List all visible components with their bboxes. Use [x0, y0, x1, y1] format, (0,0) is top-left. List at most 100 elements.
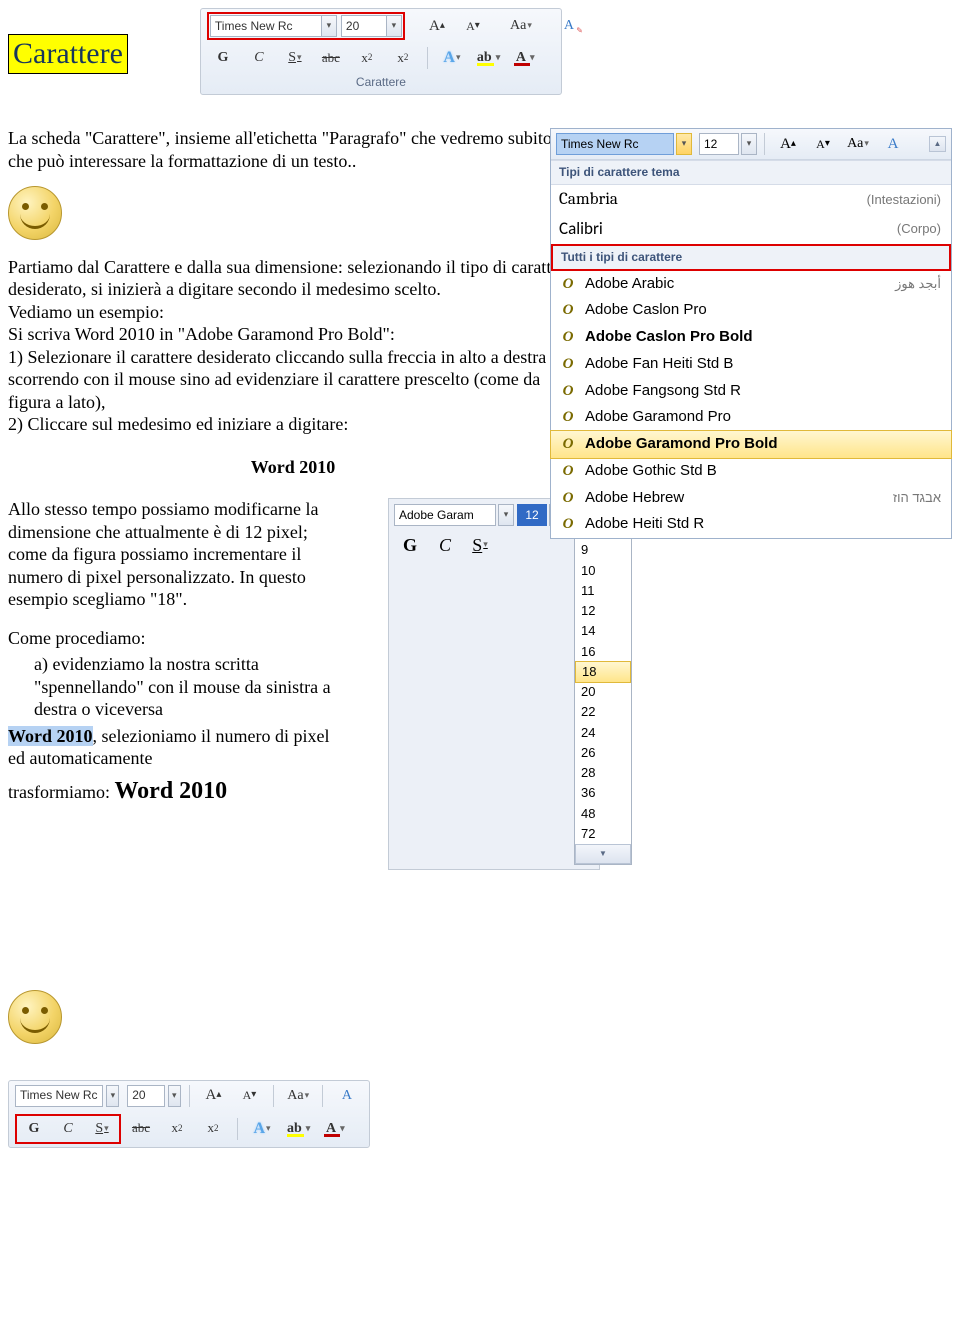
fl-grow[interactable]: A▴ [772, 132, 804, 156]
subscript-button[interactable]: x2 [351, 46, 383, 70]
font-name-input-2[interactable]: Times New Rc [15, 1085, 103, 1107]
size-dropdown-icon[interactable]: ▾ [386, 15, 402, 37]
fl-case[interactable]: Aa▾ [842, 132, 874, 156]
superscript-2[interactable]: x2 [197, 1117, 229, 1141]
size-option[interactable]: 24 [575, 723, 631, 743]
size-scroll-down[interactable]: ▼ [575, 844, 631, 864]
size-option[interactable]: 14 [575, 621, 631, 641]
size-dd-2[interactable]: ▾ [168, 1085, 181, 1107]
superscript-button[interactable]: x2 [387, 46, 419, 70]
size-list[interactable]: 891011121416182022242628364872▼ [574, 519, 632, 865]
grow-font-2[interactable]: A▴ [197, 1084, 229, 1108]
italic-2[interactable]: C [52, 1117, 84, 1141]
sp-underline[interactable]: S▾ [464, 533, 496, 557]
shrink-font-2[interactable]: A▾ [233, 1084, 265, 1108]
italic-button[interactable]: C [243, 46, 275, 70]
effects-2[interactable]: A▾ [246, 1117, 278, 1141]
sp-italic[interactable]: C [429, 533, 461, 557]
theme-fonts-header: Tipi di carattere tema [551, 160, 951, 185]
paragraph-4: Come procediamo: [8, 627, 348, 650]
subscript-2[interactable]: x2 [161, 1117, 193, 1141]
font-color-button[interactable]: A▾ [509, 46, 541, 70]
ribbon-group-label: Carattere [201, 73, 561, 94]
font-dropdown-icon[interactable]: ▾ [321, 15, 337, 37]
font-item[interactable]: OAdobe Gothic Std B [551, 458, 951, 485]
font-item[interactable]: OAdobe Arabicأبجد هوز [551, 271, 951, 298]
size-option[interactable]: 20 [575, 682, 631, 702]
theme-font-item[interactable]: Cambria(Intestazioni) [551, 185, 951, 214]
sizepanel-font[interactable]: Adobe Garam [394, 504, 496, 526]
list-item-a: a) evidenziamo la nostra scritta "spenne… [8, 653, 348, 721]
font-item[interactable]: OAdobe Caslon Pro Bold [551, 324, 951, 351]
smiley-icon [8, 186, 62, 240]
size-option[interactable]: 72 [575, 824, 631, 844]
font-item[interactable]: OAdobe Fangsong Std R [551, 378, 951, 405]
grow-font-button[interactable]: A▴ [421, 14, 453, 38]
font-item[interactable]: OAdobe Fan Heiti Std B [551, 351, 951, 378]
ribbon-carattere-bottom: Times New Rc ▾ 20 ▾ A▴ A▾ Aa▾ A G C S▾ a… [8, 1080, 370, 1148]
underline-button[interactable]: S▾ [279, 46, 311, 70]
word-sample: Word 2010 [8, 456, 578, 479]
clear-2[interactable]: A [331, 1084, 363, 1108]
underline-2[interactable]: S▾ [86, 1117, 118, 1141]
size-option[interactable]: 36 [575, 783, 631, 803]
size-option[interactable]: 22 [575, 702, 631, 722]
size-option[interactable]: 26 [575, 743, 631, 763]
size-option[interactable]: 11 [575, 581, 631, 601]
size-option[interactable]: 16 [575, 642, 631, 662]
size-option[interactable]: 48 [575, 804, 631, 824]
paragraph-4c-pre: trasformiamo: [8, 782, 114, 802]
paragraph-2e: 2) Cliccare sul medesimo ed iniziare a d… [8, 414, 348, 434]
size-option[interactable]: 9 [575, 540, 631, 560]
fl-clear[interactable]: A [877, 132, 909, 156]
strike-2[interactable]: abc [125, 1117, 157, 1141]
paragraph-2a: Partiamo dal Carattere e dalla sua dimen… [8, 257, 573, 300]
text-effects-button[interactable]: A▾ [436, 46, 468, 70]
fontlist-font[interactable]: Times New Rc [556, 133, 674, 155]
ribbon-carattere-top: Times New Rc ▾ 20 ▾ A▴ A▾ Aa▾ A✎ G C S▾ … [200, 8, 562, 95]
font-item[interactable]: OAdobe Garamond Pro [551, 404, 951, 431]
fontlist-size[interactable]: 12 [699, 133, 739, 155]
highlight-button[interactable]: ab▾ [472, 46, 505, 70]
font-item[interactable]: OAdobe Caslon Pro [551, 297, 951, 324]
font-item[interactable]: OAdobe Heiti Std R [551, 511, 951, 538]
font-size-input[interactable]: 20 [341, 15, 387, 37]
theme-font-item[interactable]: Calibri(Corpo) [551, 214, 951, 243]
font-size-input-2[interactable]: 20 [127, 1085, 165, 1107]
word-large: Word 2010 [114, 778, 227, 804]
scroll-up-icon[interactable]: ▲ [929, 136, 946, 152]
fontcolor-2[interactable]: A▾ [319, 1117, 351, 1141]
paragraph-2c: Si scriva Word 2010 in "Adobe Garamond P… [8, 324, 395, 344]
highlighted-word: Word 2010 [8, 726, 93, 746]
highlight-2[interactable]: ab▾ [282, 1117, 315, 1141]
change-case-button[interactable]: Aa▾ [505, 14, 537, 38]
font-dropdown-panel: Times New Rc ▾ 12 ▾ A▴ A▾ Aa▾ A ▲ Tipi d… [550, 128, 952, 539]
paragraph-3: Allo stesso tempo possiamo modificarne l… [8, 499, 318, 609]
size-panel: Adobe Garam ▾ 12 ▾ G C S▾ ▲8910111214161… [388, 498, 600, 870]
size-option[interactable]: 18 [575, 661, 631, 683]
size-option[interactable]: 28 [575, 763, 631, 783]
clear-formatting-button[interactable]: A✎ [553, 14, 585, 38]
fl-shrink[interactable]: A▾ [807, 132, 839, 156]
bold-button[interactable]: G [207, 46, 239, 70]
font-item[interactable]: OAdobe Hebrewאבגד הוז [551, 485, 951, 512]
sizepanel-current[interactable]: 12 [517, 504, 547, 526]
fontlist-font-dd[interactable]: ▾ [676, 133, 692, 155]
all-fonts-header: Tutti i tipi di carattere [551, 244, 951, 271]
bold-2[interactable]: G [18, 1117, 50, 1141]
paragraph-2d: 1) Selezionare il carattere desiderato c… [8, 347, 559, 412]
sp-bold[interactable]: G [394, 533, 426, 557]
page-title: Carattere [8, 34, 128, 74]
paragraph-2b: Vediamo un esempio: [8, 302, 164, 322]
font-dd-2[interactable]: ▾ [106, 1085, 119, 1107]
size-option[interactable]: 10 [575, 561, 631, 581]
smiley-icon-2 [8, 990, 62, 1044]
font-item[interactable]: OAdobe Garamond Pro Bold [550, 430, 952, 459]
fontlist-size-dd[interactable]: ▾ [741, 133, 757, 155]
strikethrough-button[interactable]: abc [315, 46, 347, 70]
shrink-font-button[interactable]: A▾ [457, 14, 489, 38]
case-2[interactable]: Aa▾ [282, 1084, 314, 1108]
font-name-input[interactable]: Times New Rc [210, 15, 322, 37]
sizepanel-font-dd[interactable]: ▾ [498, 504, 514, 526]
size-option[interactable]: 12 [575, 601, 631, 621]
